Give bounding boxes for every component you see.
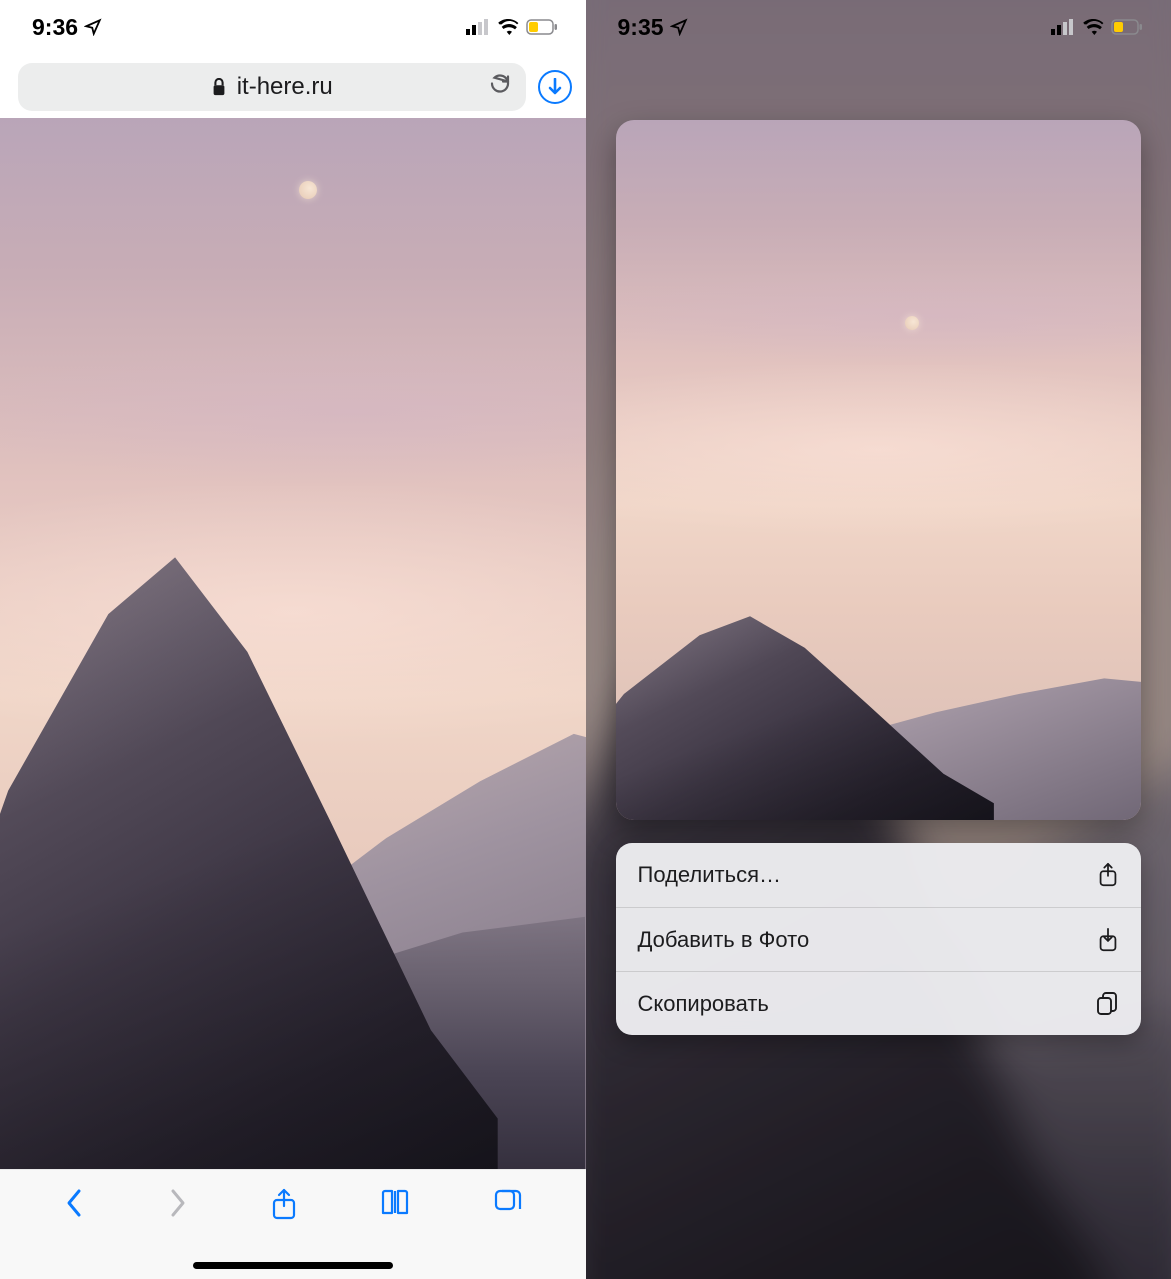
tabs-button[interactable] (493, 1188, 523, 1223)
save-to-photos-icon (1097, 927, 1119, 953)
page-content-image[interactable] (0, 118, 586, 1169)
home-indicator[interactable] (193, 1262, 393, 1269)
menu-item-label: Добавить в Фото (638, 927, 810, 953)
bookmarks-button[interactable] (379, 1188, 411, 1221)
wifi-icon (1082, 19, 1104, 35)
battery-icon (1111, 19, 1143, 35)
copy-icon (1095, 991, 1119, 1017)
download-arrow-icon (547, 78, 563, 96)
url-row: it-here.ru (0, 56, 586, 118)
url-bar[interactable]: it-here.ru (18, 63, 526, 111)
battery-icon (526, 19, 558, 35)
lock-icon (211, 78, 227, 96)
menu-item-copy[interactable]: Скопировать (616, 971, 1142, 1035)
url-text: it-here.ru (237, 73, 333, 101)
location-icon (84, 18, 102, 36)
phone-safari: 9:36 it-here.ru (0, 0, 586, 1279)
status-bar: 9:36 (0, 0, 586, 54)
context-menu: Поделиться… Добавить в Фото Скопировать (616, 843, 1142, 1035)
location-icon (670, 18, 688, 36)
wifi-icon (497, 19, 519, 35)
share-icon (1097, 862, 1119, 888)
status-time: 9:35 (618, 14, 664, 41)
status-time: 9:36 (32, 14, 78, 41)
menu-item-label: Поделиться… (638, 862, 781, 888)
cellular-icon (466, 19, 490, 35)
image-preview[interactable] (616, 120, 1142, 820)
cellular-icon (1051, 19, 1075, 35)
status-bar: 9:35 (586, 0, 1171, 54)
menu-item-label: Скопировать (638, 991, 769, 1017)
back-button[interactable] (63, 1188, 85, 1223)
phone-context-menu: 9:35 Поделиться… Добавить в Фото Скопиро… (586, 0, 1171, 1279)
downloads-button[interactable] (538, 70, 572, 104)
menu-item-share[interactable]: Поделиться… (616, 843, 1142, 907)
share-button[interactable] (271, 1188, 297, 1225)
forward-button (167, 1188, 189, 1223)
reload-button[interactable] (488, 72, 512, 103)
menu-item-add-to-photos[interactable]: Добавить в Фото (616, 907, 1142, 971)
